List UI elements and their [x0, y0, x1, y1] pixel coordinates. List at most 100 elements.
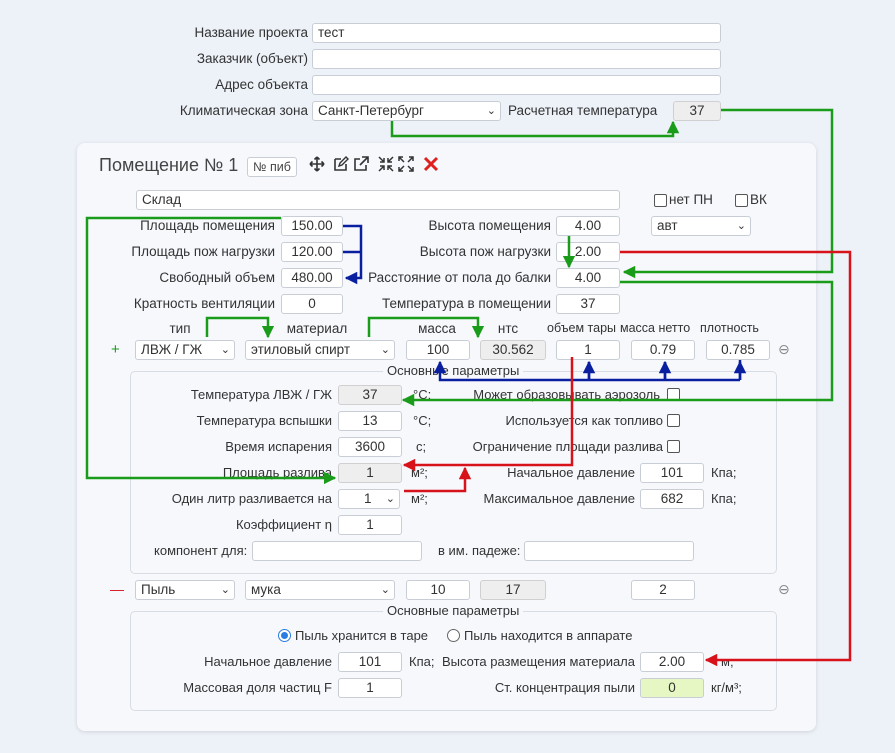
ventilation-label: Кратность вентиляции	[133, 296, 275, 311]
material-height-label: Высота размещения материала	[441, 654, 635, 669]
fuel-checkbox[interactable]	[667, 414, 680, 427]
substance2-type-select[interactable]: Пыль ⌄	[135, 580, 235, 600]
chevron-down-icon: ⌄	[380, 344, 390, 356]
climate-zone-select[interactable]: Санкт-Петербург ⌄	[312, 101, 501, 121]
arrow-zone-to-temp	[390, 120, 680, 138]
liquid-temp-input[interactable]: 37	[338, 385, 402, 405]
room-area-input[interactable]: 150.00	[281, 216, 343, 236]
liter-spill-unit: м²;	[411, 491, 428, 506]
collapse-icon[interactable]	[378, 156, 394, 176]
vk-label: ВК	[750, 192, 767, 207]
spill-area-label: Площадь разлива	[222, 465, 332, 480]
substance-nts-input[interactable]: 30.562	[480, 340, 546, 360]
height-mode-select[interactable]: авт ⌄	[651, 216, 751, 236]
collapse-substance-toggle[interactable]: —	[110, 581, 124, 597]
room-number-input[interactable]: № пиб	[247, 157, 297, 177]
mass-fraction-label: Массовая доля частиц F	[183, 680, 332, 695]
substance-tare-volume-input[interactable]: 1	[556, 340, 620, 360]
address-input[interactable]	[312, 75, 721, 95]
address-label: Адрес объекта	[215, 77, 308, 92]
liquid-temp-label: Температура ЛВЖ / ГЖ	[190, 387, 332, 402]
vk-checkbox[interactable]	[735, 194, 748, 207]
evap-time-label: Время испарения	[225, 439, 332, 454]
dust-in-apparatus-radio[interactable]	[447, 629, 460, 642]
mass-fraction-input[interactable]: 1	[338, 678, 402, 698]
beam-distance-input[interactable]: 4.00	[556, 268, 620, 288]
room-height-label: Высота помещения	[428, 218, 552, 233]
component-label: компонент для:	[154, 543, 248, 558]
room-height-input[interactable]: 4.00	[556, 216, 620, 236]
case-input[interactable]	[524, 541, 694, 561]
dust-init-pressure-input[interactable]: 101	[338, 652, 402, 672]
substance-mass-input[interactable]: 100	[406, 340, 470, 360]
substance2-mass-input[interactable]: 10	[406, 580, 470, 600]
col-type-header: тип	[169, 321, 191, 336]
expand-icon[interactable]	[398, 156, 414, 176]
spill-limit-label: Ограничение площади разлива	[472, 439, 663, 454]
remove-row-icon[interactable]: ⊖	[778, 581, 790, 598]
evap-time-input[interactable]: 3600	[338, 437, 402, 457]
liter-spill-label: Один литр разливается на	[171, 491, 332, 506]
room-temp-label: Температура в помещении	[381, 296, 551, 311]
spill-limit-checkbox[interactable]	[667, 440, 680, 453]
dust-in-apparatus-label: Пыль находится в аппарате	[464, 628, 633, 643]
init-pressure-input[interactable]: 101	[640, 463, 704, 483]
dust-in-tare-radio[interactable]	[278, 629, 291, 642]
chevron-down-icon: ⌄	[486, 105, 496, 117]
spill-area-input[interactable]: 1	[338, 463, 402, 483]
flash-temp-input[interactable]: 13	[338, 411, 402, 431]
col-material-header: материал	[286, 321, 348, 336]
dust-concentration-label: Ст. концентрация пыли	[494, 680, 635, 695]
material-height-input[interactable]: 2.00	[640, 652, 704, 672]
substance-type-select[interactable]: ЛВЖ / ГЖ ⌄	[135, 340, 235, 360]
project-name-input[interactable]: тест	[312, 23, 721, 43]
chevron-down-icon: ⌄	[220, 584, 230, 596]
dust-concentration-unit: кг/м³;	[711, 680, 742, 695]
flash-temp-label: Температура вспышки	[196, 413, 332, 428]
move-icon[interactable]	[309, 156, 325, 176]
no-pn-label: нет ПН	[669, 192, 713, 207]
chevron-down-icon: ⌄	[736, 220, 746, 232]
substance2-net-mass-input[interactable]: 2	[631, 580, 695, 600]
project-name-label: Название проекта	[194, 25, 308, 40]
case-label: в им. падеже:	[438, 543, 521, 558]
room-temp-input[interactable]: 37	[556, 294, 620, 314]
fire-load-height-label: Высота пож нагрузки	[419, 244, 551, 259]
edit-icon[interactable]	[333, 156, 349, 176]
no-pn-checkbox[interactable]	[654, 194, 667, 207]
fire-load-area-input[interactable]: 120.00	[281, 242, 343, 262]
substance2-material-select[interactable]: мука ⌄	[245, 580, 395, 600]
room-name-input[interactable]: Склад	[136, 190, 620, 210]
external-link-icon[interactable]	[353, 156, 369, 176]
expand-substance-toggle[interactable]: +	[111, 341, 120, 358]
fuel-label: Используется как топливо	[505, 413, 663, 428]
dust-in-tare-label: Пыль хранится в таре	[295, 628, 429, 643]
fire-load-area-label: Площадь пож нагрузки	[131, 244, 275, 259]
coef-label: Коэффициент η	[235, 517, 332, 532]
max-pressure-input[interactable]: 682	[640, 489, 704, 509]
liter-spill-select[interactable]: 1 ⌄	[338, 489, 400, 509]
coef-input[interactable]: 1	[338, 515, 402, 535]
col-net-mass-header: масса нетто	[620, 321, 691, 335]
substance2-nts-input[interactable]: 17	[480, 580, 546, 600]
dust-concentration-input[interactable]: 0	[640, 678, 704, 698]
substance-density-input[interactable]: 0.785	[706, 340, 770, 360]
delete-icon[interactable]	[423, 156, 439, 176]
ventilation-input[interactable]: 0	[281, 294, 343, 314]
substance-net-mass-input[interactable]: 0.79	[631, 340, 695, 360]
dust-init-pressure-label: Начальное давление	[204, 654, 332, 669]
chevron-down-icon: ⌄	[385, 493, 395, 505]
design-temp-input[interactable]: 37	[673, 101, 721, 121]
customer-input[interactable]	[312, 49, 721, 69]
chevron-down-icon: ⌄	[380, 584, 390, 596]
spill-area-unit: м²;	[411, 465, 428, 480]
design-temp-label: Расчетная температура	[508, 103, 658, 118]
remove-row-icon[interactable]: ⊖	[778, 341, 790, 358]
chevron-down-icon: ⌄	[220, 344, 230, 356]
substance2-params-legend: Основные параметры	[383, 603, 524, 618]
substance-material-select[interactable]: этиловый спирт ⌄	[245, 340, 395, 360]
fire-load-height-input[interactable]: 2.00	[556, 242, 620, 262]
aerosol-checkbox[interactable]	[667, 388, 680, 401]
component-input[interactable]	[252, 541, 422, 561]
substance1-params-legend: Основные параметры	[383, 363, 524, 378]
